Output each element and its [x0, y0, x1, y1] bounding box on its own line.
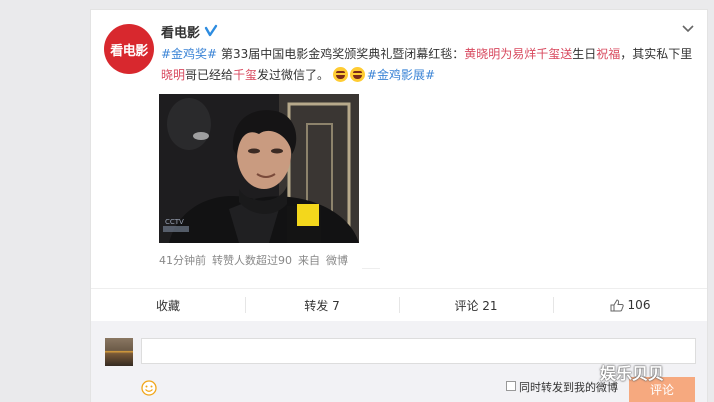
highlight-text: 祝福	[596, 47, 621, 61]
text-part: 发过微信了。	[257, 68, 330, 82]
portrait-image: CCTV	[159, 94, 359, 243]
post-meta: 41分钟前 转赞人数超过90 来自 微博	[159, 252, 348, 268]
comment-button[interactable]: 评论 21	[399, 289, 553, 321]
favorite-button[interactable]: 收藏	[91, 289, 245, 321]
laugh-emoji-icon	[332, 67, 348, 82]
current-user-avatar[interactable]	[105, 338, 133, 366]
svg-text:CCTV: CCTV	[165, 218, 184, 226]
source-app[interactable]: 微博	[326, 252, 348, 268]
laugh-emoji-icon	[349, 67, 365, 82]
media-thumbnail[interactable]: CCTV	[159, 94, 359, 243]
highlight-text: 晓明	[161, 68, 186, 82]
action-bar: 收藏 转发 7 评论 21 106	[91, 288, 707, 322]
text-part: 生日	[572, 47, 597, 61]
avatar[interactable]: 看电影	[104, 24, 154, 74]
chevron-down-icon[interactable]	[681, 24, 695, 34]
avatar-text: 看电影	[110, 43, 148, 59]
like-count: 106	[627, 298, 651, 312]
name-row: 看电影	[161, 21, 218, 41]
repost-label: 转发 7	[304, 298, 340, 313]
repost-checkbox[interactable]	[506, 381, 516, 391]
verified-icon	[204, 24, 218, 37]
post-text: #金鸡奖# 第33届中国电影金鸡奖颁奖典礼暨闭幕红毯：黄晓明为易烊千玺送生日祝福…	[161, 44, 697, 86]
smile-icon[interactable]	[141, 380, 157, 396]
post-time[interactable]: 41分钟前	[159, 252, 206, 268]
username[interactable]: 看电影	[161, 22, 200, 41]
comment-label: 评论 21	[454, 298, 498, 313]
hashtag-film-exhibition[interactable]: #金鸡影展#	[367, 68, 435, 82]
source-prefix: 来自	[298, 254, 320, 267]
thumbs-up-icon	[610, 298, 624, 311]
repost-button[interactable]: 转发 7	[245, 289, 399, 321]
favorite-label: 收藏	[155, 298, 180, 313]
hashtag-golden-rooster[interactable]: #金鸡奖#	[161, 47, 217, 61]
text-part: 第33届中国电影金鸡奖颁奖典礼暨闭幕红毯：	[217, 47, 465, 61]
divider	[362, 268, 380, 283]
repost-like-count: 转赞人数超过90	[212, 254, 292, 267]
like-button[interactable]: 106	[553, 289, 707, 321]
weibo-post-card: 看电影 看电影 #金鸡奖# 第33届中国电影金鸡奖颁奖典礼暨闭幕红毯：黄晓明为易…	[90, 9, 708, 402]
text-part: 哥已经给	[185, 68, 234, 82]
highlight-text: 千玺	[233, 68, 258, 82]
text-part: ，其实私下里	[620, 47, 693, 61]
highlight-text: 黄晓明为易烊千玺送	[464, 47, 573, 61]
watermark: 娱乐贝贝	[600, 364, 665, 383]
